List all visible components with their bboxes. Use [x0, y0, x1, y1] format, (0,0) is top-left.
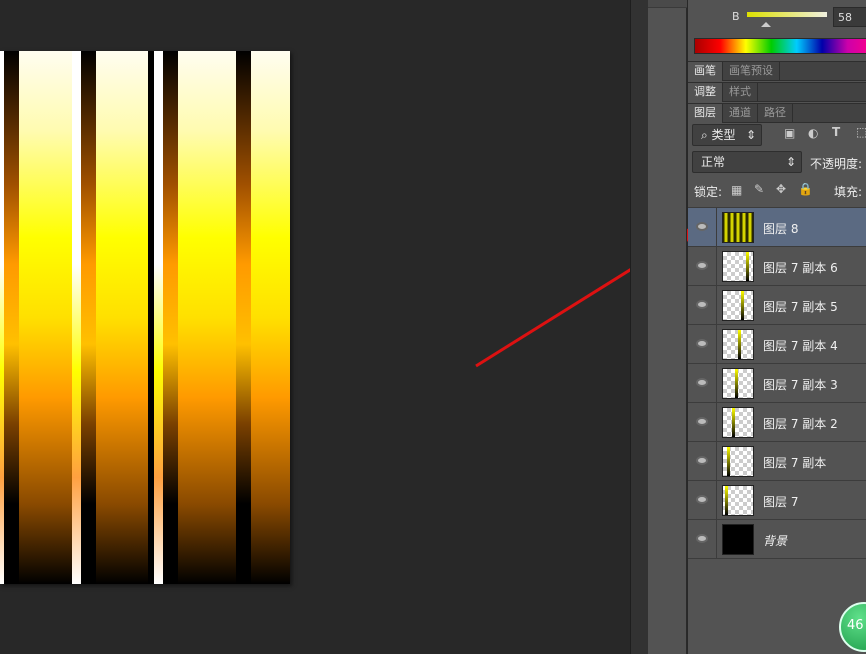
search-icon: ⌕	[701, 128, 712, 142]
right-panel: B 58 画笔 画笔预设 调整 样式 图层 通道 路径 ⌕ 类型 ⇕ ▣ ◐ T ⬚ 正常…	[688, 0, 866, 654]
eye-icon[interactable]	[696, 534, 708, 543]
layer-filter-select[interactable]: ⌕ 类型 ⇕	[692, 124, 762, 146]
eye-icon[interactable]	[696, 495, 708, 504]
eye-icon[interactable]	[696, 300, 708, 309]
image-filter-icon[interactable]: ▣	[784, 126, 795, 140]
layer-thumbnail	[722, 446, 754, 477]
layer-row[interactable]: 图层 7 副本 4	[688, 325, 866, 364]
eye-icon[interactable]	[696, 339, 708, 348]
blend-mode-select[interactable]: 正常 ⇕	[692, 151, 802, 173]
tab-styles[interactable]: 样式	[723, 83, 758, 102]
lock-move-icon[interactable]: ✥	[776, 182, 786, 196]
adjustment-filter-icon[interactable]: ◐	[808, 126, 818, 140]
shape-filter-icon[interactable]: ⬚	[856, 125, 866, 139]
layer-thumbnail	[722, 368, 754, 399]
layer-row[interactable]: 图层 7 副本	[688, 442, 866, 481]
adjust-tabs: 调整 样式	[688, 82, 866, 102]
brush-tabs: 画笔 画笔预设	[688, 61, 866, 81]
layers-tabs: 图层 通道 路径	[688, 103, 866, 123]
collapsed-panel-column	[648, 0, 687, 654]
layer-row[interactable]: 图层 8	[688, 208, 866, 247]
layer-row[interactable]: 图层 7 副本 6	[688, 247, 866, 286]
layer-name: 图层 7 副本 5	[763, 300, 838, 314]
tab-layers[interactable]: 图层	[688, 104, 723, 123]
layer-name: 图层 8	[763, 222, 799, 236]
layer-row[interactable]: 图层 7 副本 5	[688, 286, 866, 325]
lock-label: 锁定:	[694, 185, 723, 199]
layer-thumbnail	[722, 524, 754, 555]
layer-row[interactable]: 图层 7 副本 3	[688, 364, 866, 403]
lock-transparency-icon[interactable]: ▦	[731, 183, 742, 197]
eye-icon[interactable]	[696, 456, 708, 465]
layer-name: 图层 7 副本 4	[763, 339, 838, 353]
color-spectrum[interactable]	[694, 38, 866, 54]
layer-name: 图层 7	[763, 495, 799, 509]
channel-slider[interactable]	[747, 12, 827, 17]
layer-name: 图层 7 副本	[763, 456, 827, 470]
layer-name: 背景	[763, 534, 788, 548]
channel-value[interactable]: 58	[833, 7, 866, 27]
tab-adjustments[interactable]: 调整	[688, 83, 723, 102]
slider-handle[interactable]	[761, 17, 771, 27]
tab-channels[interactable]: 通道	[723, 104, 758, 123]
layer-name: 图层 7 副本 3	[763, 378, 838, 392]
fill-label: 填充:	[834, 185, 863, 199]
layer-row[interactable]: 背景	[688, 520, 866, 559]
layer-thumbnail	[722, 329, 754, 360]
eye-icon[interactable]	[696, 222, 708, 231]
layer-row[interactable]: 图层 7 副本 2	[688, 403, 866, 442]
lock-brush-icon[interactable]: ✎	[754, 182, 764, 196]
type-filter-icon[interactable]: T	[832, 125, 840, 139]
tab-brush-presets[interactable]: 画笔预设	[723, 62, 780, 81]
eye-icon[interactable]	[696, 378, 708, 387]
layer-thumbnail	[722, 485, 754, 516]
layer-thumbnail	[722, 407, 754, 438]
panel-scrollbar[interactable]	[630, 0, 648, 654]
tab-paths[interactable]: 路径	[758, 104, 793, 123]
eye-icon[interactable]	[696, 417, 708, 426]
tab-brush[interactable]: 画笔	[688, 62, 723, 81]
lock-all-icon[interactable]: 🔒	[798, 182, 813, 196]
layer-thumbnail	[722, 290, 754, 321]
layer-name: 图层 7 副本 6	[763, 261, 838, 275]
layer-thumbnail	[722, 212, 754, 243]
layer-name: 图层 7 副本 2	[763, 417, 838, 431]
layer-thumbnail	[722, 251, 754, 282]
eye-icon[interactable]	[696, 261, 708, 270]
opacity-label: 不透明度:	[810, 157, 863, 171]
layer-row[interactable]: 图层 7	[688, 481, 866, 520]
channel-label: B	[732, 10, 740, 23]
